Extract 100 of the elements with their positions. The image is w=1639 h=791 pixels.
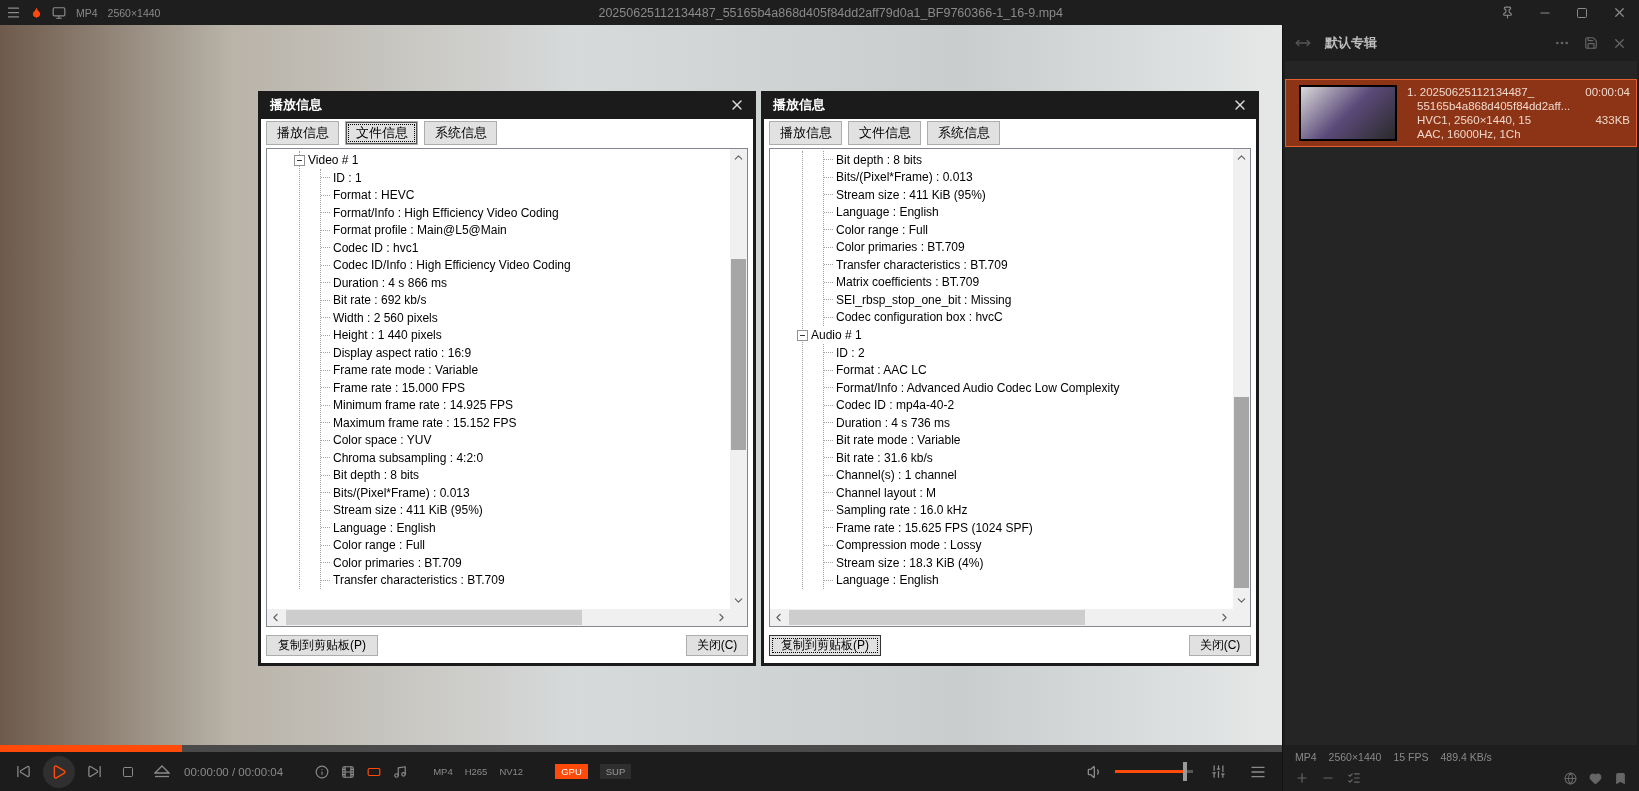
stop-icon[interactable]: [122, 765, 134, 778]
globe-icon[interactable]: [1564, 771, 1577, 785]
tree-item: Matrix coefficients : BT.709: [836, 275, 980, 290]
tree-item: Transfer characteristics : BT.709: [333, 573, 505, 588]
tree-item: Duration : 4 s 866 ms: [333, 275, 448, 290]
skip-back-icon[interactable]: [16, 764, 31, 779]
tab[interactable]: 播放信息: [769, 121, 842, 145]
tree-item: Bit rate : 692 kb/s: [333, 293, 427, 308]
info-icon[interactable]: [315, 764, 330, 779]
status-text: 15 FPS: [1393, 751, 1429, 763]
play-button[interactable]: [43, 755, 75, 788]
format-label: MP4: [76, 6, 98, 19]
item-title: 55165b4a868d405f84dd2aff...: [1416, 99, 1572, 113]
window-title: 20250625112134487_55165b4a868d405f84dd2aff79d0a1_BF9760366-1_16-9.mp4: [597, 5, 1064, 20]
tree-item: Maximum frame rate : 15.152 FPS: [333, 415, 517, 430]
tree-item: Bits/(Pixel*Frame) : 0.013: [836, 170, 973, 185]
skip-forward-icon[interactable]: [87, 764, 102, 779]
tree-item: ID : 1: [333, 170, 362, 185]
tree-item: Color range : Full: [333, 538, 426, 553]
tree-item: Channel(s) : 1 channel: [836, 468, 957, 483]
tab[interactable]: 播放信息: [266, 121, 339, 145]
tree-item: Codec ID : mp4a-40-2: [836, 398, 955, 413]
tree-item: Chroma subsampling : 4:2:0: [333, 450, 484, 465]
tab[interactable]: 文件信息: [848, 121, 921, 145]
heart-icon[interactable]: [1589, 771, 1602, 785]
tree-item: Format/Info : High Efficiency Video Coding: [333, 205, 559, 220]
close-button[interactable]: 关闭(C): [1189, 634, 1251, 656]
progress-track[interactable]: [0, 745, 1282, 752]
checklist-icon[interactable]: [1347, 771, 1361, 785]
status-text: 2560×1440: [1328, 751, 1382, 763]
drop-icon[interactable]: [31, 7, 42, 18]
tree-item: Duration : 4 s 736 ms: [836, 415, 951, 430]
tree-item: Channel layout : M: [836, 485, 937, 500]
collapse-toggle-icon[interactable]: [294, 154, 305, 166]
tree-item: Codec ID/Info : High Efficiency Video Coding: [333, 258, 571, 273]
tree-item: Width : 2 560 pixels: [333, 310, 438, 325]
tree-item: Bit depth : 8 bits: [836, 152, 923, 167]
codec-label: MP4: [433, 766, 453, 777]
tree-item: Color primaries : BT.709: [333, 555, 462, 570]
tree-item: Color primaries : BT.709: [836, 240, 965, 255]
tree-item: Display aspect ratio : 16:9: [333, 345, 472, 360]
tree-node[interactable]: Video # 1: [308, 153, 359, 167]
tab[interactable]: 文件信息: [345, 121, 418, 145]
bookmark-icon[interactable]: [1614, 771, 1627, 785]
play-icon: [51, 763, 67, 780]
equalizer-icon[interactable]: [1211, 764, 1226, 779]
tree-item: ID : 2: [836, 345, 865, 360]
tree-item: Color range : Full: [836, 222, 929, 237]
tree-item: Minimum frame rate : 14.925 FPS: [333, 398, 514, 413]
horizontal-scrollbar[interactable]: [770, 609, 1233, 626]
tree-item: Bits/(Pixel*Frame) : 0.013: [333, 485, 470, 500]
tree-item: Format/Info : Advanced Audio Codec Low Complexity: [836, 380, 1120, 395]
close-button[interactable]: 关闭(C): [686, 634, 748, 656]
tree-item: Language : English: [836, 205, 939, 220]
tree-node[interactable]: Audio # 1: [811, 328, 862, 342]
film-icon[interactable]: [341, 764, 356, 779]
pin-icon[interactable]: [1501, 6, 1514, 19]
album-title: 默认专辑: [1325, 34, 1378, 52]
tree-item: Codec ID : hvc1: [333, 240, 419, 255]
tree-item: Frame rate mode : Variable: [333, 363, 479, 378]
vertical-scrollbar[interactable]: [730, 149, 747, 626]
item-title: 1. 20250625112134487_: [1407, 85, 1536, 99]
monitor-icon[interactable]: [52, 5, 66, 20]
tree-item: Language : English: [836, 573, 939, 588]
item-video-info: HVC1, 2560×1440, 15: [1416, 113, 1533, 127]
tree-item: SEI_rbsp_stop_one_bit : Missing: [836, 292, 1012, 307]
tab[interactable]: 系统信息: [927, 121, 1000, 145]
eject-icon[interactable]: [154, 765, 170, 778]
tree-item: Stream size : 411 KiB (95%): [333, 503, 483, 518]
maximize-icon[interactable]: [1576, 6, 1588, 19]
tree-item: Height : 1 440 pixels: [333, 328, 442, 343]
tree-item: Color space : YUV: [333, 433, 432, 448]
resolution-label: 2560×1440: [107, 6, 161, 19]
collapse-toggle-icon[interactable]: [797, 329, 808, 341]
tree-item: Transfer characteristics : BT.709: [836, 257, 1008, 272]
tree-item: Bit rate : 31.6 kb/s: [836, 450, 933, 465]
codec-label: NV12: [499, 766, 524, 777]
tree-item: Format : HEVC: [333, 188, 415, 203]
horizontal-scrollbar[interactable]: [267, 609, 730, 626]
dialog-title: 播放信息: [773, 96, 826, 114]
decoder-toggle[interactable]: SUP: [599, 764, 632, 779]
playlist-item[interactable]: 1. 20250625112134487_ 00:00:04 55165b4a868d405f84dd2aff... HVC1, 2560×1440, 15 433KB AAC, 16000Hz, 1Ch: [1285, 79, 1637, 147]
music-note-icon[interactable]: [393, 764, 408, 779]
save-icon[interactable]: [1584, 36, 1598, 50]
vertical-scrollbar[interactable]: [1233, 149, 1250, 626]
item-audio-info: AAC, 16000Hz, 1Ch: [1416, 127, 1522, 141]
tree-item: Bit rate mode : Variable: [836, 433, 961, 448]
tree-item: Frame rate : 15.000 FPS: [333, 380, 466, 395]
tab[interactable]: 系统信息: [424, 121, 497, 145]
copy-button[interactable]: 复制到剪贴板(P): [266, 634, 378, 656]
status-text: 489.4 KB/s: [1440, 751, 1492, 763]
tree-item: Compression mode : Lossy: [836, 538, 982, 553]
item-duration: 00:00:04: [1585, 85, 1630, 99]
copy-button[interactable]: 复制到剪贴板(P): [769, 634, 881, 656]
tree-item: Format profile : Main@L5@Main: [333, 223, 507, 238]
time-display: 00:00:00 / 00:00:04: [184, 765, 284, 778]
tree-item: Frame rate : 15.625 FPS (1024 SPF): [836, 520, 1033, 535]
menu-icon[interactable]: [6, 5, 21, 20]
item-size: 433KB: [1594, 113, 1630, 127]
dialog-title: 播放信息: [270, 96, 323, 114]
